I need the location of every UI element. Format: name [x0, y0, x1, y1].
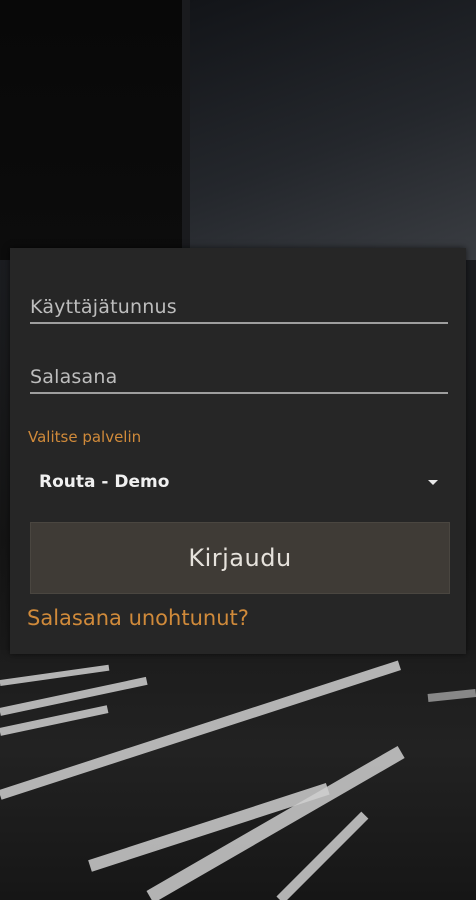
password-placeholder: Salasana — [30, 366, 118, 388]
background-building — [0, 0, 188, 260]
chevron-down-icon — [428, 480, 438, 485]
server-label: Valitse palvelin — [28, 428, 142, 446]
username-underline — [30, 322, 448, 324]
login-button[interactable]: Kirjaudu — [30, 522, 450, 594]
username-field[interactable]: Käyttäjätunnus — [30, 296, 448, 324]
login-panel: Käyttäjätunnus Salasana Valitse palvelin… — [10, 248, 466, 654]
password-field[interactable]: Salasana — [30, 366, 448, 394]
road-marking — [146, 745, 405, 900]
road-marking — [0, 664, 110, 686]
background-road — [0, 650, 476, 900]
username-placeholder: Käyttäjätunnus — [30, 296, 177, 318]
road-marking — [276, 811, 369, 900]
server-select-value: Routa - Demo — [39, 472, 170, 492]
background-building-edge — [182, 0, 190, 260]
password-underline — [30, 392, 448, 394]
forgot-password-link[interactable]: Salasana unohtunut? — [27, 606, 249, 630]
background-sky — [180, 0, 476, 260]
road-marking — [427, 689, 476, 702]
server-select[interactable]: Routa - Demo — [28, 462, 448, 502]
